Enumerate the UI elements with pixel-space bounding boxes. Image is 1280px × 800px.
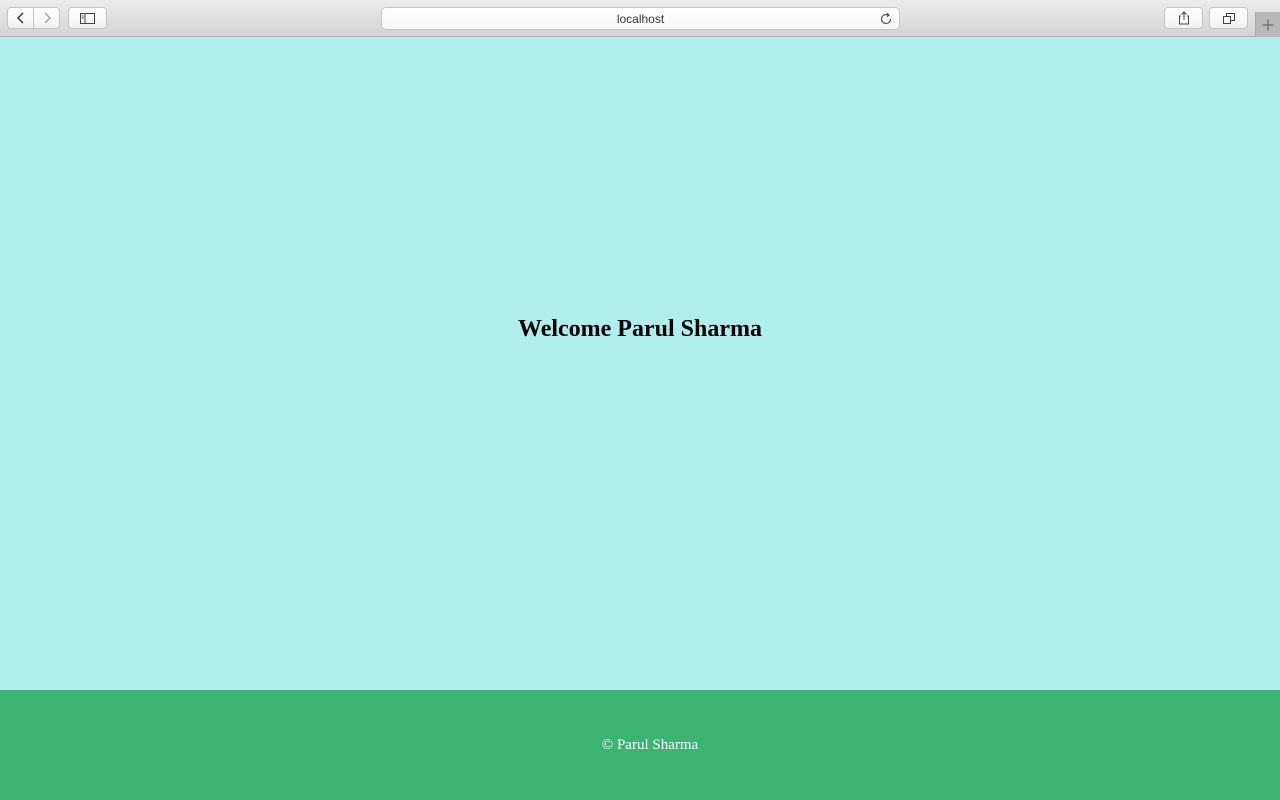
forward-button[interactable] bbox=[33, 7, 60, 29]
plus-icon bbox=[1262, 19, 1274, 30]
address-text: localhost bbox=[616, 11, 665, 26]
address-bar[interactable]: localhost bbox=[381, 7, 900, 30]
tabs-overview-button[interactable] bbox=[1209, 7, 1248, 29]
reload-icon[interactable] bbox=[879, 12, 893, 26]
share-button[interactable] bbox=[1164, 7, 1203, 29]
tabs-overview-icon bbox=[1222, 12, 1235, 24]
footer: © Parul Sharma bbox=[0, 690, 1280, 800]
back-button[interactable] bbox=[7, 7, 34, 29]
main-content: Welcome Parul Sharma bbox=[0, 37, 1280, 690]
share-icon bbox=[1178, 11, 1189, 25]
chevron-left-icon bbox=[16, 12, 23, 24]
sidebar-icon bbox=[79, 12, 95, 24]
sidebar-toggle-button[interactable] bbox=[68, 7, 107, 29]
chevron-right-icon bbox=[44, 12, 51, 24]
browser-toolbar: localhost bbox=[0, 0, 1280, 37]
footer-copyright: © Parul Sharma bbox=[601, 736, 699, 753]
welcome-heading: Welcome Parul Sharma bbox=[518, 316, 762, 342]
new-tab-button[interactable] bbox=[1255, 12, 1280, 37]
